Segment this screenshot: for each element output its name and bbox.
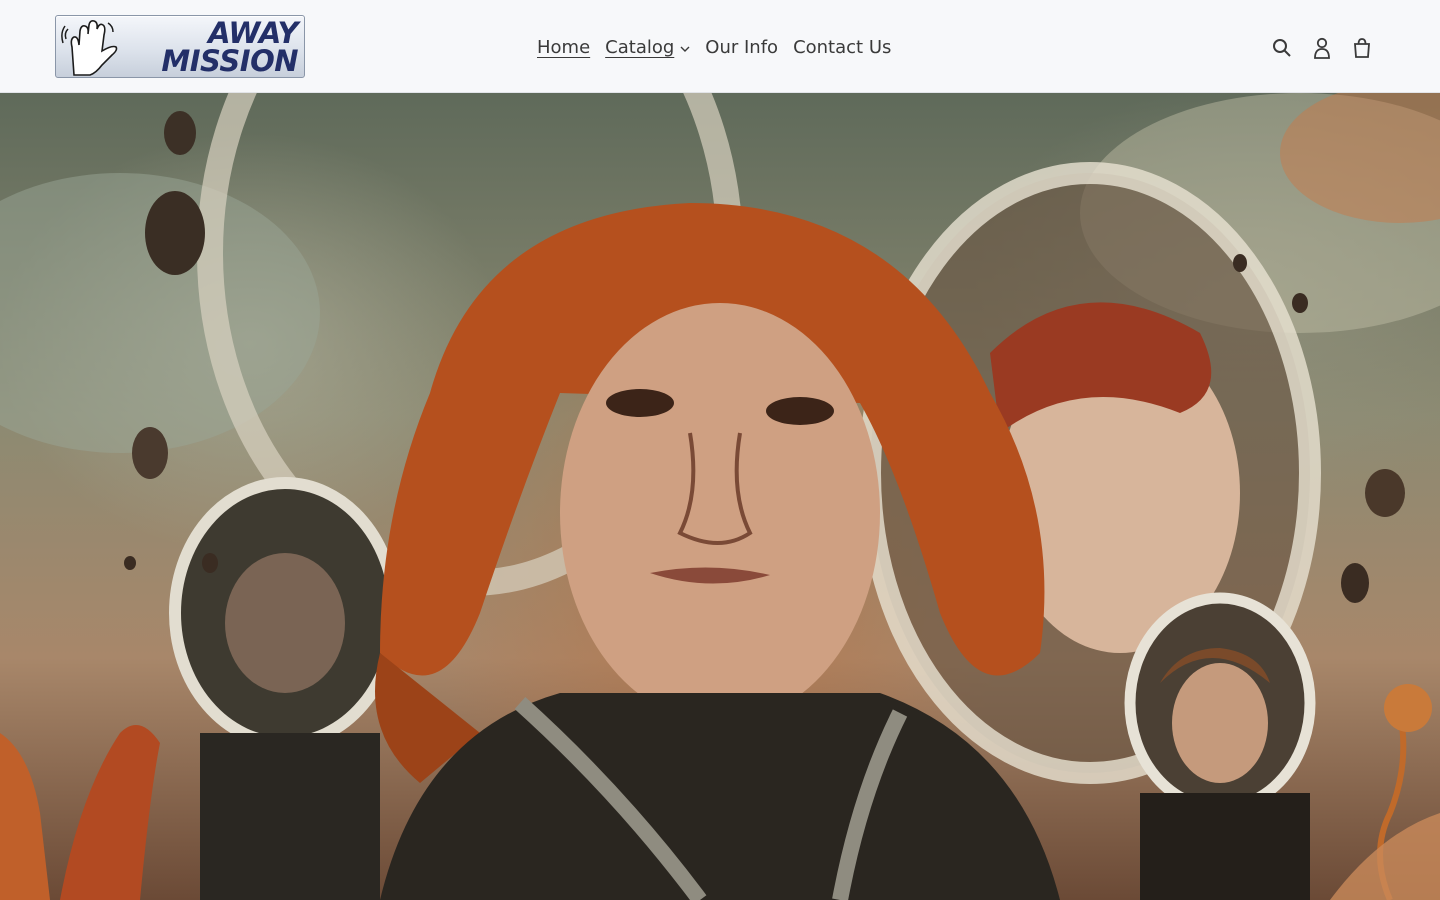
site-header: AWAY MISSION Home Catalog Our Info Conta… <box>0 0 1440 93</box>
nav-home[interactable]: Home <box>537 37 590 58</box>
main-nav: Home Catalog Our Info Contact Us <box>530 32 899 62</box>
nav-our-info[interactable]: Our Info <box>705 37 778 58</box>
header-icons <box>1268 34 1388 62</box>
nav-catalog-label: Catalog <box>605 36 675 58</box>
nav-home-label: Home <box>537 36 591 58</box>
hero-image <box>0 93 1440 900</box>
hero-illustration <box>0 93 1440 900</box>
search-icon[interactable] <box>1268 34 1296 62</box>
nav-contact-us[interactable]: Contact Us <box>793 37 891 58</box>
nav-our-info-label: Our Info <box>705 36 779 58</box>
logo-line-2: MISSION <box>161 44 298 78</box>
nav-catalog[interactable]: Catalog <box>605 37 690 58</box>
site-logo[interactable]: AWAY MISSION <box>55 15 305 78</box>
logo-wordmark: AWAY MISSION <box>118 16 298 78</box>
account-icon[interactable] <box>1308 34 1336 62</box>
cart-icon[interactable] <box>1348 34 1376 62</box>
chevron-down-icon <box>680 37 690 58</box>
nav-contact-us-label: Contact Us <box>793 36 892 58</box>
logo-line-1: AWAY <box>208 16 298 50</box>
